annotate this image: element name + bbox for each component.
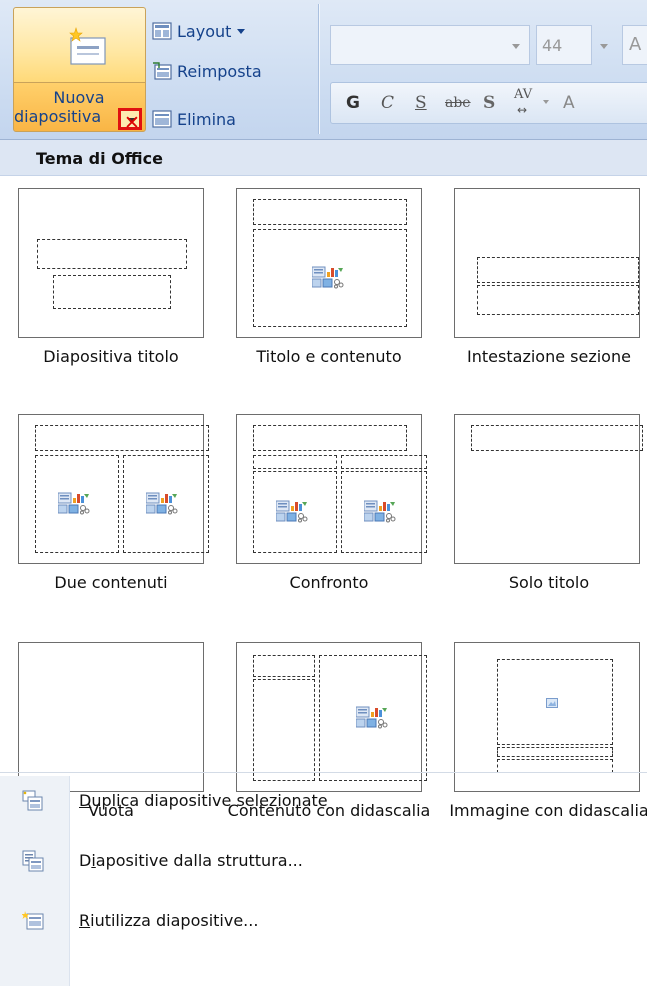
ribbon-separator — [318, 4, 320, 134]
slides-from-outline-icon — [22, 850, 44, 872]
caption-placeholder — [253, 679, 315, 781]
title-placeholder — [35, 425, 209, 451]
grow-font-glyph: A — [629, 34, 642, 55]
layout-tile-section-header[interactable] — [454, 188, 640, 338]
insert-content-icon — [146, 492, 178, 515]
layout-label: Titolo e contenuto — [256, 347, 402, 366]
command-label-rest: apositive dalla struttura... — [95, 850, 303, 870]
layout-tile-picture-caption[interactable] — [454, 642, 640, 792]
spacing-arrow-icon: ↔ — [517, 103, 528, 117]
caption-placeholder — [497, 759, 613, 773]
left-content-placeholder — [35, 455, 119, 553]
duplicate-slides-icon — [22, 790, 43, 811]
menu-separator — [0, 772, 647, 773]
layout-label: Intestazione sezione — [467, 347, 631, 366]
layout-tile-blank[interactable] — [18, 642, 204, 792]
layout-tile-title-content[interactable] — [236, 188, 422, 338]
command-label: Riutilizza diapositive... — [79, 911, 258, 930]
chevron-down-icon[interactable] — [600, 44, 608, 49]
delete-x-icon: ✕ — [124, 112, 140, 134]
layout-icon — [152, 22, 172, 40]
duplicate-slides-command[interactable]: Duplica diapositive selezionate — [0, 780, 647, 820]
picture-placeholder — [497, 659, 613, 745]
slides-from-outline-command[interactable]: Diapositive dalla struttura... — [0, 840, 647, 880]
ribbon: Nuova diapositiva Layout Reimposta ✕ Eli… — [0, 0, 647, 140]
font-name-combobox[interactable] — [330, 25, 530, 65]
chevron-down-icon[interactable] — [512, 44, 520, 49]
content-placeholder — [253, 229, 407, 327]
insert-content-icon — [276, 500, 308, 523]
change-case-button[interactable]: A — [563, 93, 575, 113]
content-placeholder — [319, 655, 427, 781]
title-placeholder — [253, 425, 407, 451]
left-heading-placeholder — [253, 455, 337, 469]
title-placeholder — [253, 655, 315, 677]
chevron-down-icon — [237, 28, 246, 34]
reuse-slides-command[interactable]: Riutilizza diapositive... — [0, 900, 647, 940]
chevron-down-icon[interactable] — [543, 100, 549, 104]
italic-button[interactable]: C — [381, 93, 394, 113]
delete-label: Elimina — [177, 109, 236, 129]
font-size-value: 44 — [542, 36, 563, 55]
title-placeholder — [253, 199, 407, 225]
accelerator-key: D — [79, 790, 92, 810]
reset-icon — [153, 62, 172, 80]
delete-slide-icon — [152, 110, 172, 128]
title-placeholder — [497, 747, 613, 757]
left-content-placeholder — [253, 471, 337, 553]
new-slide-button[interactable] — [13, 7, 146, 82]
command-label-rest: uplica diapositive selezionate — [91, 790, 328, 810]
command-label: Diapositive dalla struttura... — [79, 851, 303, 870]
strikethrough-button[interactable]: abe — [445, 95, 471, 111]
layout-tile-content-caption[interactable] — [236, 642, 427, 792]
title-placeholder — [471, 425, 643, 451]
character-spacing-button[interactable]: AV — [514, 87, 532, 102]
accelerator-key: R — [79, 910, 91, 930]
subtitle-placeholder — [53, 275, 171, 309]
layout-tile-title-slide[interactable] — [18, 188, 204, 338]
insert-content-icon — [364, 500, 396, 523]
text-placeholder — [477, 285, 639, 315]
layout-tile-title-only[interactable] — [454, 414, 643, 564]
layout-tile-two-content[interactable] — [18, 414, 209, 564]
layout-label: Diapositiva titolo — [43, 347, 179, 366]
command-label: Duplica diapositive selezionate — [79, 791, 328, 810]
insert-content-icon — [58, 492, 90, 515]
delete-button[interactable]: Elimina — [152, 106, 236, 132]
title-placeholder — [37, 239, 187, 269]
layout-tile-comparison[interactable] — [236, 414, 427, 564]
right-content-placeholder — [123, 455, 209, 553]
text-shadow-button[interactable]: S — [483, 93, 495, 113]
new-slide-label: Nuova — [53, 88, 105, 107]
layout-label: Confronto — [289, 573, 369, 592]
picture-icon — [546, 698, 558, 708]
new-slide-dropdown-menu: Tema di Office Diapositiva titolo Titolo… — [0, 140, 647, 986]
layout-button[interactable]: Layout — [152, 18, 246, 44]
right-heading-placeholder — [341, 455, 427, 469]
text-format-group: G C S abe S AV ↔ A — [330, 82, 647, 124]
font-size-combobox[interactable]: 44 — [536, 25, 592, 65]
layout-label: Layout — [177, 21, 232, 41]
command-label-pre: D — [79, 850, 92, 870]
insert-content-icon — [312, 266, 344, 289]
command-label-rest: iutilizza diapositive... — [90, 910, 259, 930]
title-placeholder — [477, 257, 639, 283]
layout-label: Solo titolo — [508, 573, 590, 592]
grow-font-button[interactable]: A — [622, 25, 647, 65]
reset-label: Reimposta — [177, 61, 262, 81]
underline-button[interactable]: S — [415, 93, 427, 113]
insert-content-icon — [356, 706, 388, 729]
bold-button[interactable]: G — [346, 93, 360, 113]
right-content-placeholder — [341, 471, 427, 553]
layout-label: Due contenuti — [54, 573, 168, 592]
reset-button[interactable]: Reimposta — [152, 58, 262, 84]
reuse-slides-icon — [22, 911, 44, 930]
new-slide-icon — [69, 26, 106, 65]
menu-header: Tema di Office — [0, 140, 647, 176]
